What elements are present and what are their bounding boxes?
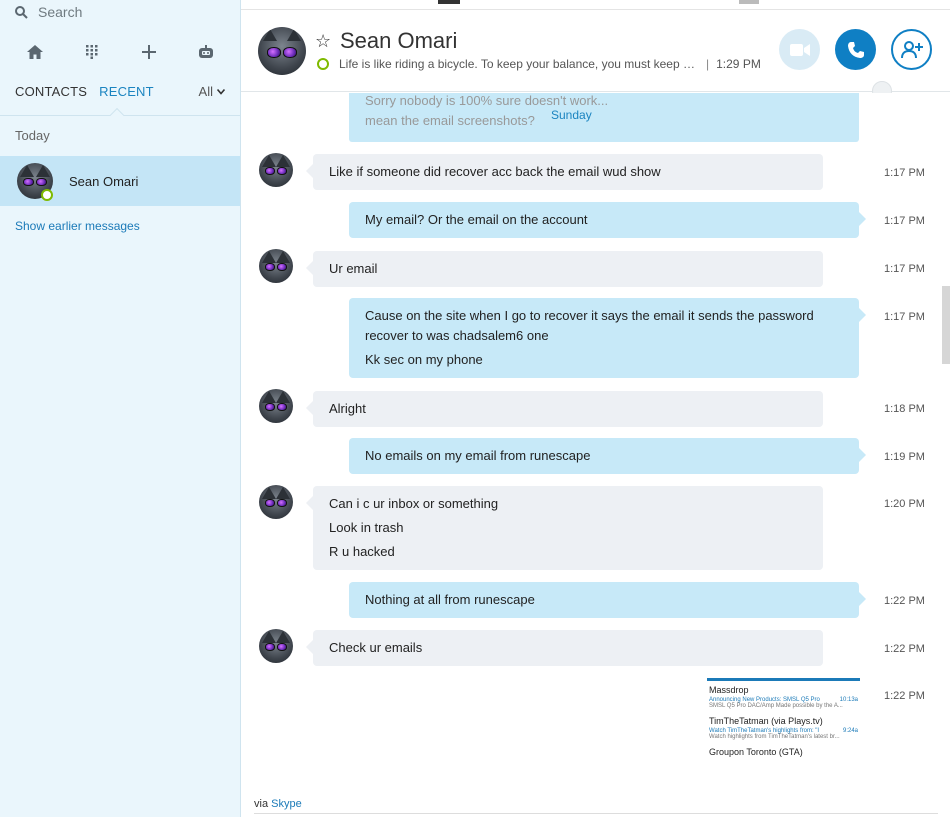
outgoing-message-bubble[interactable]: No emails on my email from runescape — [349, 438, 866, 474]
search-placeholder[interactable]: Search — [38, 4, 82, 20]
outgoing-message-bubble[interactable]: Cause on the site when I go to recover i… — [349, 298, 866, 378]
message-text: My email? Or the email on the account — [365, 212, 588, 227]
incoming-message-bubble[interactable]: Can i c ur inbox or something Look in tr… — [306, 486, 823, 570]
video-call-button[interactable] — [779, 29, 820, 70]
skype-link[interactable]: Skype — [271, 798, 302, 810]
message-text: Look in trash — [329, 520, 404, 535]
message-text: No emails on my email from runescape — [365, 448, 591, 463]
contact-status-line: Life is like riding a bicycle. To keep y… — [317, 57, 767, 71]
message-time: 1:20 PM — [884, 498, 925, 510]
nav-icon-bar — [0, 40, 240, 64]
online-status-icon — [41, 189, 53, 201]
email-sender: Groupon Toronto (GTA) — [709, 747, 803, 757]
conversation-header: ☆ Sean Omari Life is like riding a bicyc… — [241, 0, 950, 92]
audio-call-button[interactable] — [835, 29, 876, 70]
separator: | — [706, 57, 710, 71]
chat-scrollbar[interactable] — [940, 93, 950, 817]
online-status-icon — [317, 58, 329, 70]
filter-dropdown[interactable]: All — [199, 84, 225, 99]
contact-name: Sean Omari — [69, 173, 139, 189]
email-item: TimTheTatman (via Plays.tv) Watch TimThe… — [709, 716, 858, 740]
footer-divider — [254, 813, 938, 814]
outgoing-message-bubble[interactable]: Nothing at all from runescape — [349, 582, 866, 618]
active-tab-indicator — [109, 107, 125, 123]
message-time: 1:18 PM — [884, 403, 925, 415]
dialpad-icon[interactable] — [80, 40, 104, 64]
message-bubble-partial: Sorry nobody is 100% sure doesn't work..… — [349, 93, 859, 142]
avatar[interactable] — [259, 485, 293, 519]
incoming-message-bubble[interactable]: Check ur emails — [306, 630, 823, 666]
scrollbar-thumb[interactable] — [942, 286, 950, 364]
via-text: via — [254, 798, 269, 810]
home-icon[interactable] — [23, 40, 47, 64]
section-label: Today — [15, 128, 50, 143]
message-time: 1:17 PM — [884, 311, 925, 323]
message-text: Cause on the site when I go to recover i… — [365, 308, 814, 343]
message-time: 1:22 PM — [884, 595, 925, 607]
top-strip — [241, 0, 950, 10]
via-label: via Skype — [254, 798, 302, 810]
message-time: 1:22 PM — [884, 643, 925, 655]
message-time: 1:22 PM — [884, 690, 925, 702]
message-text: Can i c ur inbox or something — [329, 496, 499, 511]
phone-icon — [847, 41, 864, 58]
email-preview: SMSL Q5 Pro DAC/Amp Made possible by the… — [709, 703, 843, 709]
message-text: Ur email — [329, 261, 378, 276]
message-time: 1:17 PM — [884, 215, 925, 227]
message-time: 1:19 PM — [884, 451, 925, 463]
search-icon — [15, 5, 28, 19]
date-divider: Sunday — [551, 108, 592, 122]
message-text: Kk sec on my phone — [365, 352, 483, 367]
incoming-message-bubble[interactable]: Ur email — [306, 251, 823, 287]
show-earlier-messages-link[interactable]: Show earlier messages — [15, 219, 140, 233]
message-text: Alright — [329, 401, 366, 416]
add-icon[interactable] — [137, 40, 161, 64]
filter-label: All — [198, 84, 213, 99]
avatar — [258, 27, 306, 75]
outgoing-message-bubble[interactable]: My email? Or the email on the account — [349, 202, 866, 238]
avatar[interactable] — [259, 629, 293, 663]
contact-tabs: CONTACTS RECENT All — [15, 84, 225, 99]
email-item: Groupon Toronto (GTA) — [709, 747, 858, 757]
local-time: 1:29 PM — [716, 57, 761, 71]
email-sender: TimTheTatman (via Plays.tv) — [709, 716, 823, 726]
shared-image-thumbnail[interactable]: Massdrop Announcing New Products: SMSL Q… — [707, 678, 860, 760]
email-sender: Massdrop — [709, 685, 749, 695]
message-time: 1:17 PM — [884, 263, 925, 275]
message-text: Check ur emails — [329, 640, 423, 655]
avatar[interactable] — [259, 249, 293, 283]
message-text: Nothing at all from runescape — [365, 592, 535, 607]
search-box[interactable]: Search — [15, 3, 82, 21]
tab-contacts[interactable]: CONTACTS — [15, 84, 87, 99]
message-time: 1:17 PM — [884, 167, 925, 179]
email-item: Massdrop Announcing New Products: SMSL Q… — [709, 685, 858, 709]
message-text: R u hacked — [329, 544, 395, 559]
incoming-message-bubble[interactable]: Like if someone did recover acc back the… — [306, 154, 823, 190]
mood-message: Life is like riding a bicycle. To keep y… — [339, 57, 699, 71]
sidebar: Search CONTACTS RECENT All Today Sean Om… — [0, 0, 241, 817]
incoming-message-bubble[interactable]: Alright — [306, 391, 823, 427]
chat-history: Sorry nobody is 100% sure doesn't work..… — [241, 93, 938, 798]
contact-avatar[interactable] — [258, 27, 306, 75]
avatar[interactable] — [259, 153, 293, 187]
email-stamp: 9:24a — [842, 728, 858, 734]
chevron-down-icon — [217, 88, 225, 95]
favorite-star-icon[interactable]: ☆ — [315, 31, 331, 52]
bot-icon[interactable] — [194, 40, 218, 64]
video-call-icon — [789, 43, 810, 56]
add-people-button[interactable] — [891, 29, 932, 70]
email-preview: Watch highlights from TimTheTatman's lat… — [709, 734, 840, 740]
tab-recent[interactable]: RECENT — [99, 84, 154, 99]
contact-name-title: Sean Omari — [340, 28, 458, 53]
message-text: Like if someone did recover acc back the… — [329, 164, 661, 179]
recent-contact-item[interactable]: Sean Omari — [0, 156, 240, 206]
skype-window: Search CONTACTS RECENT All Today Sean Om… — [0, 0, 950, 817]
add-person-icon — [900, 40, 923, 58]
avatar[interactable] — [259, 389, 293, 423]
